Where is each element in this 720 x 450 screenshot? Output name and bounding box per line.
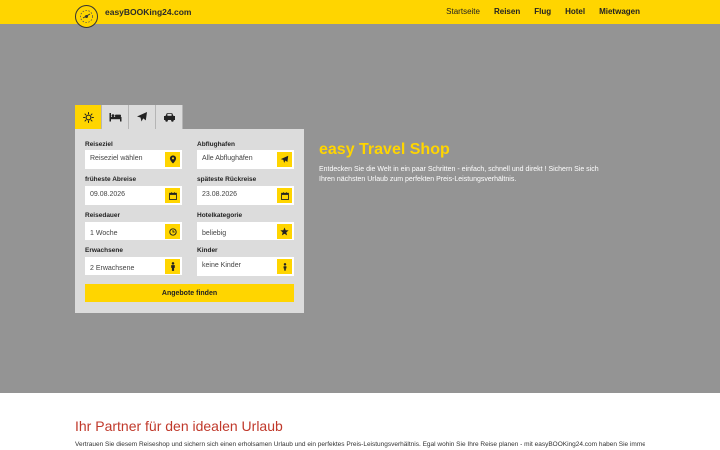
nav-startseite[interactable]: Startseite bbox=[446, 7, 480, 16]
person-icon bbox=[170, 262, 175, 271]
nav-mietwagen[interactable]: Mietwagen bbox=[599, 7, 640, 16]
hero-title: easy Travel Shop bbox=[319, 141, 450, 158]
nav-hotel[interactable]: Hotel bbox=[565, 7, 585, 16]
hotel-category-label: Hotelkategorie bbox=[197, 212, 243, 219]
tab-mietwagen[interactable] bbox=[156, 105, 183, 129]
adults-label: Erwachsene bbox=[85, 247, 123, 254]
destination-label: Reiseziel bbox=[85, 141, 113, 148]
tab-pauschalreise[interactable] bbox=[75, 105, 102, 129]
tab-hotel[interactable] bbox=[102, 105, 129, 129]
star-icon bbox=[280, 227, 289, 236]
earliest-departure-label: früheste Abreise bbox=[85, 176, 137, 183]
departure-airport-label: Abflughafen bbox=[197, 141, 235, 148]
section-title: Ihr Partner für den idealen Urlaub bbox=[75, 418, 283, 434]
clock-icon bbox=[168, 227, 177, 236]
latest-return-label: späteste Rückreise bbox=[197, 176, 257, 183]
children-select[interactable]: keine Kinder bbox=[197, 257, 294, 276]
map-pin-icon bbox=[169, 155, 176, 164]
latest-return-input[interactable]: 23.08.2026 bbox=[197, 186, 294, 205]
plane-icon bbox=[280, 155, 289, 163]
destination-select[interactable]: Reiseziel wählen bbox=[85, 150, 182, 169]
children-label: Kinder bbox=[197, 247, 218, 254]
duration-select[interactable]: 1 Woche bbox=[85, 222, 182, 240]
sun-icon bbox=[82, 111, 94, 123]
nav-flug[interactable]: Flug bbox=[534, 7, 551, 16]
find-offers-button[interactable]: Angebote finden bbox=[85, 284, 294, 302]
car-icon bbox=[163, 113, 175, 122]
main-nav: Startseite Reisen Flug Hotel Mietwagen bbox=[446, 7, 640, 16]
hero-text: Entdecken Sie die Welt in ein paar Schri… bbox=[319, 166, 599, 183]
tab-flug[interactable] bbox=[129, 105, 156, 129]
earliest-departure-input[interactable]: 09.08.2026 bbox=[85, 186, 182, 205]
section-text: Vertrauen Sie diesem Reiseshop und siche… bbox=[75, 441, 645, 448]
calendar-icon bbox=[168, 191, 177, 200]
bed-icon bbox=[109, 113, 121, 122]
hotel-category-select[interactable]: beliebig bbox=[197, 222, 294, 240]
brand-name[interactable]: easyBOOKing24.com bbox=[105, 7, 191, 17]
adults-select[interactable]: 2 Erwachsene bbox=[85, 257, 182, 275]
logo[interactable] bbox=[75, 5, 98, 28]
child-icon bbox=[283, 262, 286, 271]
plane-icon bbox=[137, 112, 147, 122]
search-tabs bbox=[75, 105, 183, 129]
top-header: easyBOOKing24.com Startseite Reisen Flug… bbox=[0, 0, 720, 24]
departure-airport-select[interactable]: Alle Abflughäfen bbox=[197, 150, 294, 169]
nav-reisen[interactable]: Reisen bbox=[494, 7, 520, 16]
calendar-icon bbox=[280, 191, 289, 200]
duration-label: Reisedauer bbox=[85, 212, 121, 219]
